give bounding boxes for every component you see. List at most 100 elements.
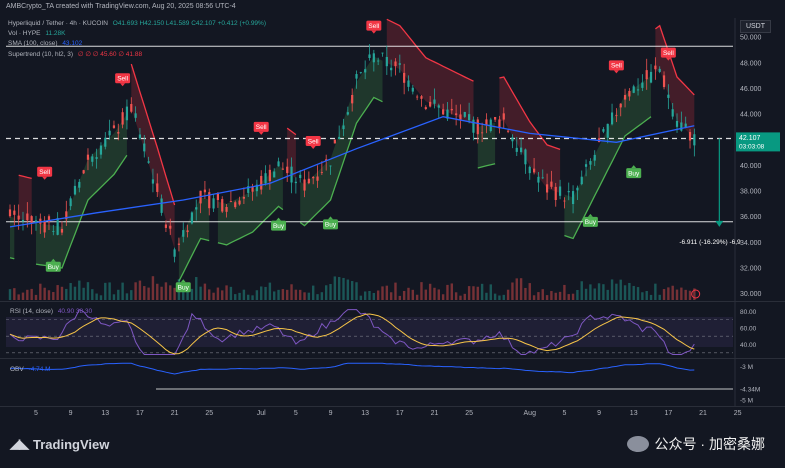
volume-bar: [242, 289, 246, 300]
candle-body: [43, 220, 46, 233]
candle-body: [654, 65, 657, 70]
volume-bar: [143, 286, 146, 300]
volume-bar: [602, 284, 605, 300]
volume-bar: [615, 283, 618, 300]
volume-bar: [30, 288, 33, 300]
volume-bar: [281, 289, 285, 300]
candle-body: [203, 189, 207, 193]
candle-body: [589, 161, 592, 165]
volume-bar: [298, 289, 302, 300]
candle-body: [30, 216, 33, 224]
volume-bar: [580, 281, 583, 300]
volume-bar: [463, 293, 466, 300]
rsi-label: RSI (14, close): [10, 308, 53, 315]
candle-body: [186, 230, 189, 233]
candle-body: [515, 147, 518, 152]
volume-bar: [82, 287, 85, 300]
time-tick-label: 13: [630, 410, 638, 417]
symbol-line: Hyperliquid / Tether · 4h · KUCOIN: [8, 20, 108, 27]
volume-bar: [99, 295, 103, 300]
candle-body: [52, 231, 55, 232]
candle-body: [390, 67, 393, 71]
candle-body: [346, 112, 349, 115]
candle-body: [190, 212, 194, 224]
volume-bar: [225, 285, 228, 300]
obv-legend[interactable]: OBV -4.74 M: [10, 366, 51, 373]
volume-bar: [156, 283, 159, 300]
price-chart[interactable]: 50.00048.00046.00044.00042.00040.00038.0…: [0, 0, 785, 463]
volume-bar: [247, 294, 250, 300]
volume-bar: [589, 284, 592, 300]
obv-label: OBV: [10, 366, 24, 373]
candle-body: [130, 103, 133, 112]
candle-body: [277, 161, 280, 167]
chart-stage: 50.00048.00046.00044.00042.00040.00038.0…: [0, 0, 785, 463]
candle-body: [502, 113, 505, 120]
volume-bar: [329, 283, 332, 300]
candle-body: [125, 106, 129, 121]
candle-body: [385, 56, 388, 67]
currency-button[interactable]: USDT: [739, 20, 771, 33]
volume-bar: [645, 290, 648, 300]
candle-body: [225, 206, 228, 212]
signal-label: Buy: [325, 222, 337, 229]
volume-bar: [571, 293, 575, 300]
candle-body: [26, 213, 29, 221]
volume-bar: [584, 288, 588, 300]
candle-body: [537, 176, 540, 183]
volume-bar: [437, 289, 441, 300]
volume-bar: [402, 290, 406, 300]
volume-bar: [195, 277, 198, 300]
volume-bar: [459, 295, 462, 300]
candle-body: [21, 219, 25, 222]
rsi-legend[interactable]: RSI (14, close) 40.90 38.30: [10, 308, 92, 315]
volume-bar: [78, 280, 81, 300]
candle-body: [554, 186, 557, 201]
volume-bar: [277, 289, 280, 300]
candle-body: [69, 198, 72, 207]
candle-body: [545, 184, 549, 193]
candle-body: [320, 172, 323, 173]
volume-bar: [493, 293, 497, 300]
volume-bar: [125, 293, 129, 300]
volume-bar: [619, 279, 622, 300]
volume-bar: [489, 284, 492, 300]
volume-bar: [480, 283, 484, 300]
volume-bar: [389, 292, 393, 300]
candle-body: [342, 125, 345, 130]
legend-supertrend[interactable]: Supertrend (10, hl2, 3) ∅ ∅ ∅ 45.60 ∅ 41…: [8, 50, 142, 58]
volume-bar: [199, 286, 202, 300]
volume-bar: [649, 294, 653, 300]
rsi-tick-label: 80.00: [740, 309, 757, 316]
volume-bar: [342, 277, 345, 300]
volume-bar: [251, 295, 254, 300]
legend-symbol: Hyperliquid / Tether · 4h · KUCOIN O41.6…: [8, 20, 266, 27]
time-tick-label: 9: [597, 410, 601, 417]
legend-sma[interactable]: SMA (100, close) 43.102: [8, 40, 82, 47]
volume-bar: [684, 289, 687, 300]
candle-body: [394, 61, 397, 67]
candle-body: [216, 193, 220, 201]
vol-value: 11.28K: [45, 30, 66, 37]
volume-bar: [515, 278, 518, 300]
time-tick-label: 25: [465, 410, 473, 417]
candle-body: [316, 176, 319, 181]
price-tick-label: 36.000: [740, 214, 762, 221]
candle-body: [8, 209, 12, 217]
legend-volume[interactable]: Vol · HYPE 11.28K: [8, 30, 65, 37]
candle-body: [576, 187, 579, 191]
candle-body: [403, 72, 406, 83]
candle-body: [294, 181, 297, 184]
price-tick-label: 50.000: [740, 35, 762, 42]
candle-body: [221, 199, 224, 212]
candle-body: [312, 177, 315, 179]
candle-body: [182, 230, 185, 237]
candle-body: [628, 90, 631, 97]
candle-body: [623, 95, 627, 100]
volume-bar: [316, 294, 319, 300]
volume-bar: [502, 294, 505, 300]
candle-body: [667, 94, 670, 98]
volume-bar: [610, 279, 614, 300]
volume-bar: [138, 280, 142, 300]
wechat-icon: [626, 436, 649, 452]
